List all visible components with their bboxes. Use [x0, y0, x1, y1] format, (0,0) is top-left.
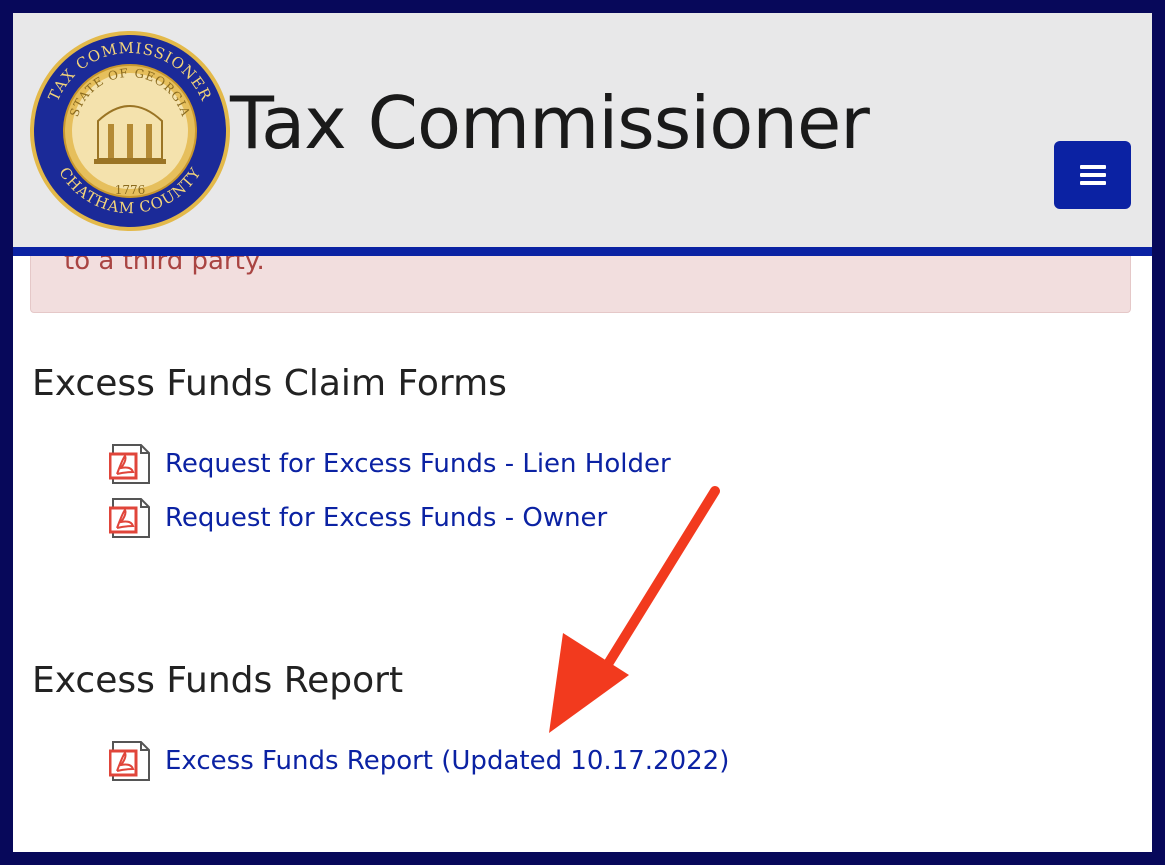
section-heading-claim-forms: Excess Funds Claim Forms: [32, 363, 507, 404]
menu-toggle-button[interactable]: [1054, 141, 1131, 209]
annotation-arrow-icon: [549, 486, 720, 733]
pdf-icon: [109, 444, 150, 484]
county-seal-logo[interactable]: TAX COMMISSIONER CHATHAM COUNTY STATE OF…: [28, 29, 232, 233]
page-frame: to a third party. TAX COMMISSIONER CHATH…: [13, 13, 1152, 852]
pdf-icon: [109, 741, 150, 781]
svg-text:1776: 1776: [115, 183, 146, 197]
site-title: Tax Commissioner: [230, 81, 870, 166]
section-heading-report: Excess Funds Report: [32, 660, 404, 701]
pdf-icon: [109, 498, 150, 538]
site-header: TAX COMMISSIONER CHATHAM COUNTY STATE OF…: [13, 13, 1152, 256]
hamburger-icon: [1079, 165, 1106, 185]
